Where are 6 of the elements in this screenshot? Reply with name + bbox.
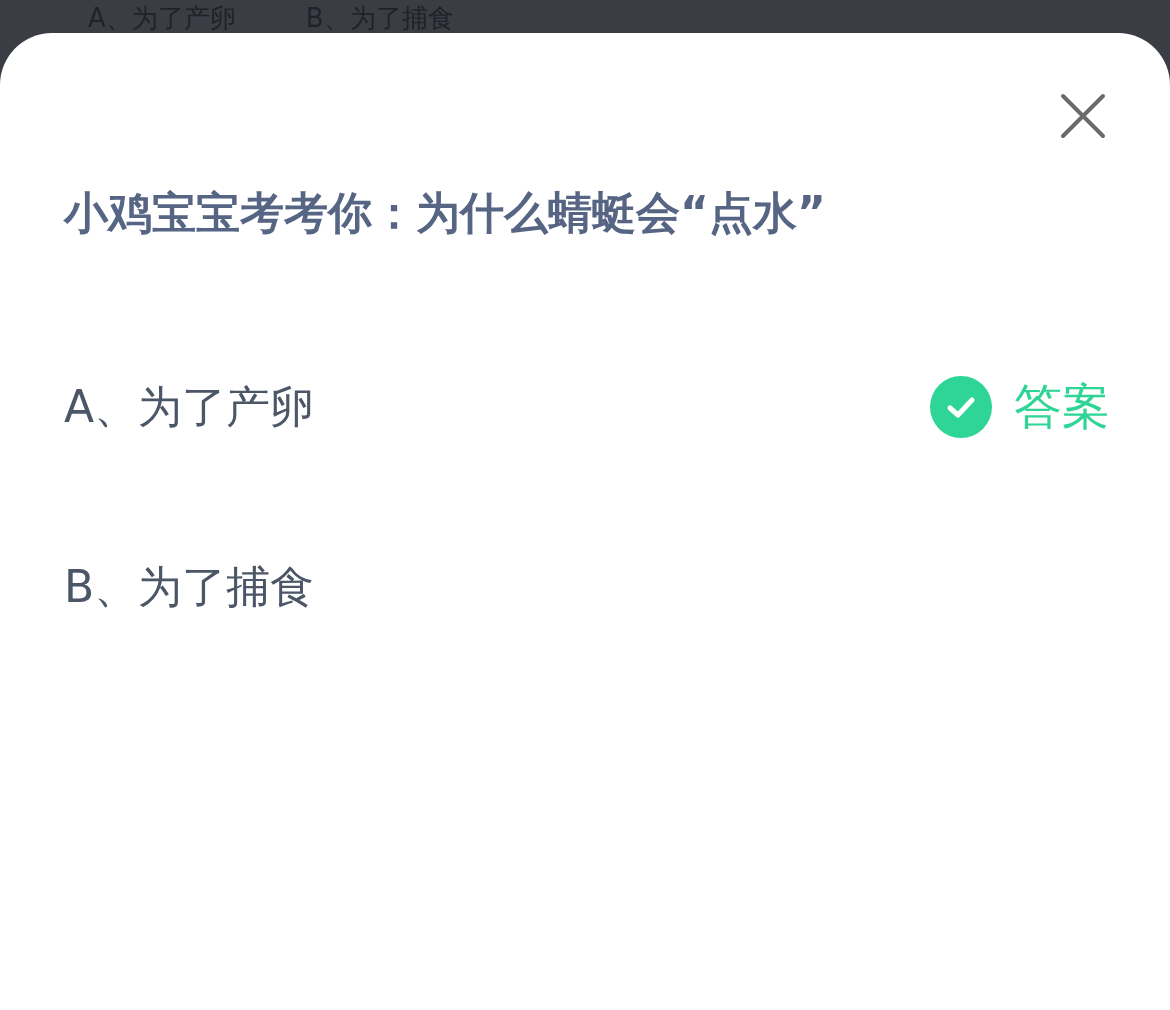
answer-option[interactable]: A、为了产卵 <box>64 377 315 437</box>
close-icon <box>1059 92 1107 140</box>
answer-option[interactable]: B、为了捕食 <box>64 557 315 617</box>
check-icon <box>930 376 992 438</box>
question-title: 小鸡宝宝考考你：为什么蜻蜓会“点水” <box>64 186 827 240</box>
answer-label: 答案 <box>1014 377 1110 436</box>
